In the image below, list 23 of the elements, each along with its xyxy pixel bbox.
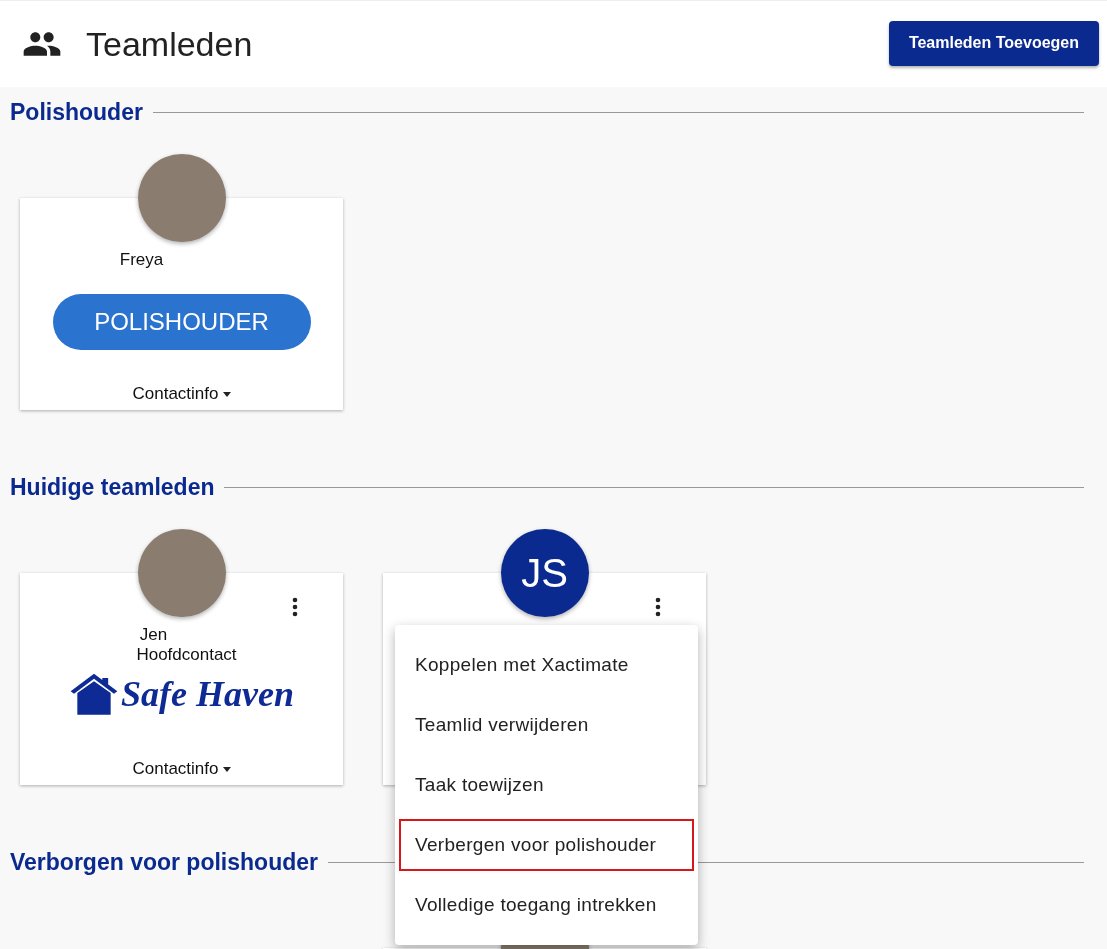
- contact-info-dropdown[interactable]: Contactinfo: [132, 759, 231, 779]
- menu-item[interactable]: Verbergen voor polishouder: [395, 815, 698, 875]
- house-icon: [69, 671, 119, 715]
- initials-avatar: JS: [500, 529, 589, 617]
- caret-icon: [222, 766, 231, 772]
- contact-info-dropdown[interactable]: Contactinfo: [132, 384, 231, 404]
- menu-item[interactable]: Taak toewijzen: [395, 755, 698, 815]
- menu-item[interactable]: Volledige toegang intrekken: [395, 875, 698, 935]
- section-title: Polishouder: [10, 99, 143, 126]
- add-team-members-button[interactable]: Teamleden Toevoegen: [888, 20, 1099, 66]
- page-title: Teamleden: [86, 24, 254, 64]
- caret-icon: [222, 391, 231, 397]
- member-name: Freya: [119, 250, 164, 270]
- vertical-dots-icon: [292, 597, 298, 617]
- company-logo-text: Safe Haven: [121, 673, 294, 715]
- menu-item[interactable]: Koppelen met Xactimate: [395, 635, 698, 695]
- vertical-dots-icon: [655, 597, 661, 617]
- section-title: Huidige teamleden: [10, 474, 215, 501]
- member-name: Jen: [139, 625, 168, 645]
- member-role: Hoofdcontact: [136, 645, 237, 665]
- section-title: Verborgen voor polishouder: [10, 849, 318, 876]
- role-badge[interactable]: POLISHOUDER: [52, 294, 311, 350]
- menu-item[interactable]: Teamlid verwijderen: [395, 695, 698, 755]
